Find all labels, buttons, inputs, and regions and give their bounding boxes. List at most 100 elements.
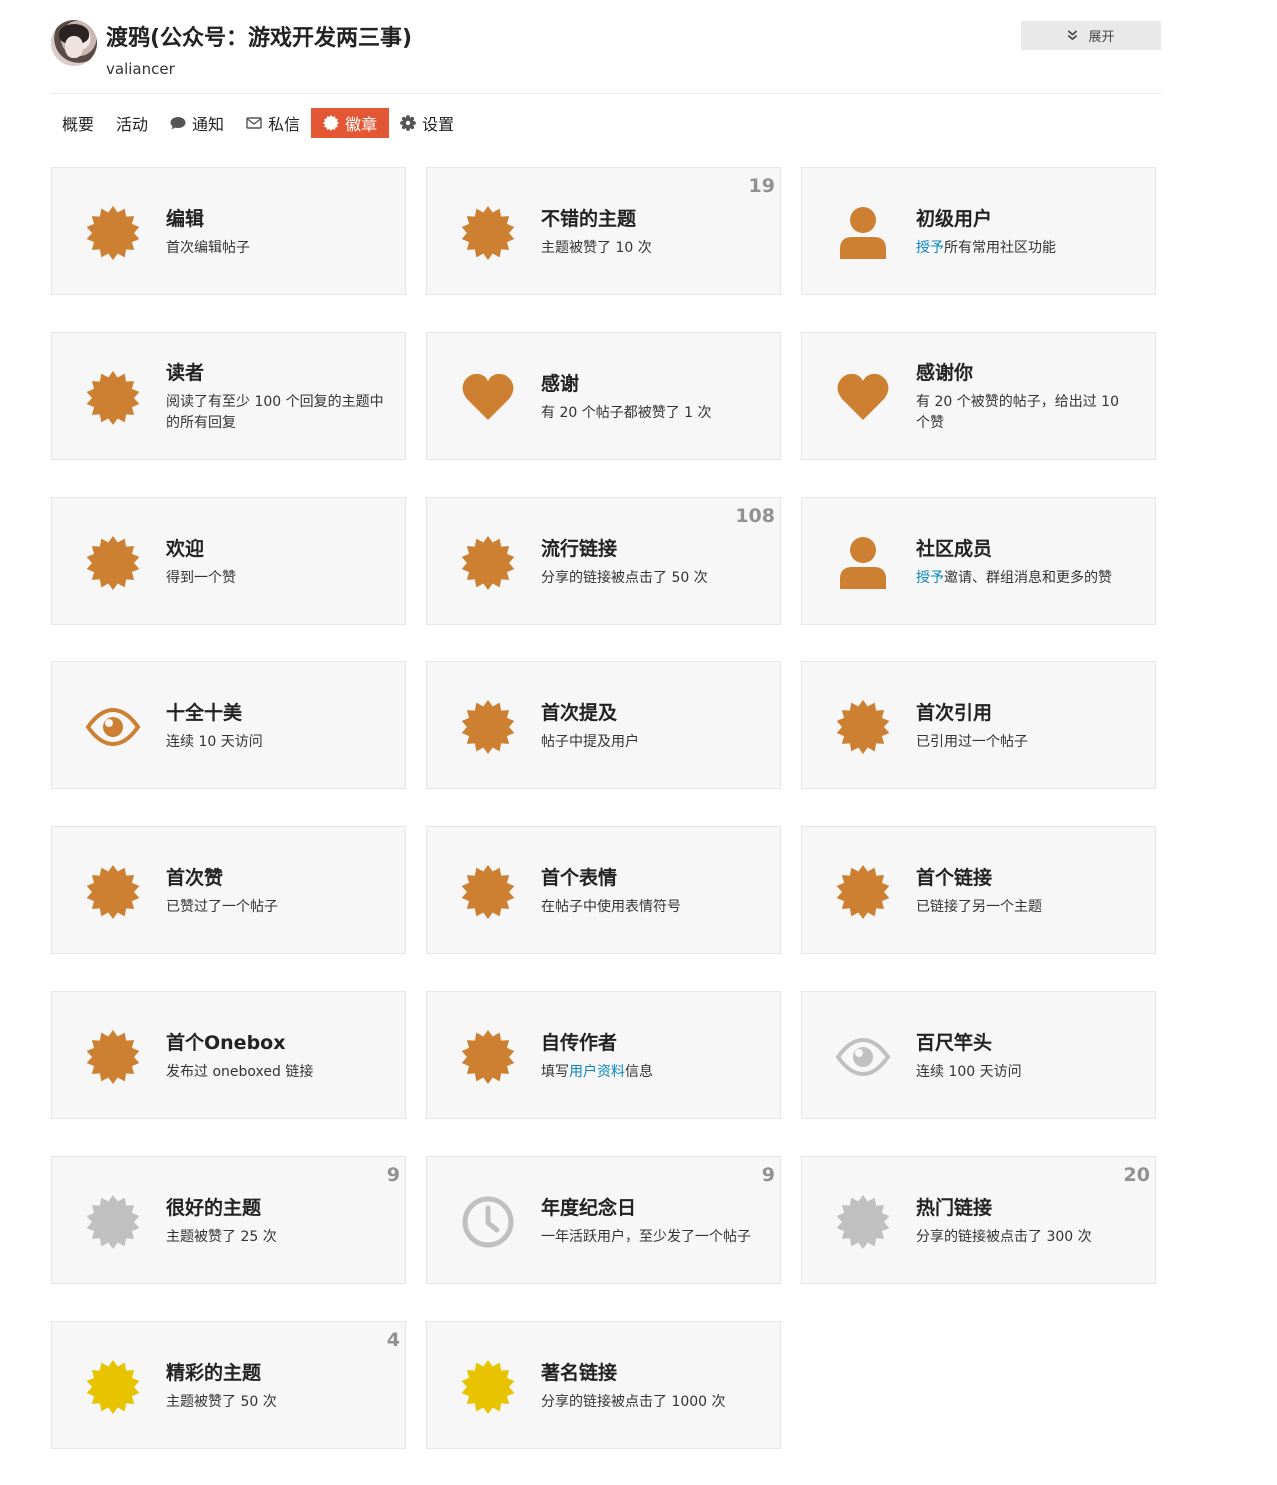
badge-title[interactable]: 编辑	[166, 204, 386, 231]
badge-description: 分享的链接被点击了 50 次	[541, 568, 761, 589]
badge-card[interactable]: 不错的主题 主题被赞了 10 次 19	[426, 167, 781, 295]
badge-count: 9	[761, 1164, 775, 1186]
badge-description-text: 首次编辑帖子	[166, 239, 250, 256]
tab-4[interactable]: 私信	[235, 108, 311, 138]
badge-card[interactable]: 首个表情在帖子中使用表情符号	[426, 826, 781, 954]
badge-card[interactable]: 百尺竿头连续 100 天访问	[801, 991, 1156, 1119]
badge-title[interactable]: 社区成员	[916, 534, 1136, 561]
badge-icon	[85, 1194, 141, 1250]
badge-count: 19	[748, 175, 775, 197]
badge-description-text: 得到一个赞	[166, 569, 236, 586]
badge-title[interactable]: 首次提及	[541, 698, 761, 725]
badge-card[interactable]: 编辑 首次编辑帖子	[51, 167, 406, 295]
expand-button[interactable]: 展开	[1021, 21, 1161, 50]
tab-3[interactable]: 通知	[159, 108, 235, 138]
badge-description-text: 分享的链接被点击了 300 次	[916, 1228, 1092, 1245]
badge-description-text: 所有常用社区功能	[944, 239, 1056, 256]
badge-description-link[interactable]: 用户资料	[569, 1064, 625, 1080]
badge-icon	[460, 535, 516, 591]
badge-title[interactable]: 首次赞	[166, 863, 386, 890]
badge-card[interactable]: 社区成员授予邀请、群组消息和更多的赞	[801, 497, 1156, 625]
badge-description: 分享的链接被点击了 300 次	[916, 1227, 1136, 1248]
badge-card[interactable]: 首次引用已引用过一个帖子	[801, 661, 1156, 789]
badge-icon	[85, 535, 141, 591]
badge-title[interactable]: 年度纪念日	[541, 1193, 761, 1220]
user-name: 渡鸦(公众号：游戏开发两三事)	[106, 26, 413, 51]
badge-title[interactable]: 欢迎	[166, 534, 386, 561]
badge-card[interactable]: 自传作者 填写用户资料信息	[426, 991, 781, 1119]
badge-icon	[835, 1194, 891, 1250]
badge-title[interactable]: 热门链接	[916, 1193, 1136, 1220]
badge-card[interactable]: 首个Onebox 发布过 oneboxed 链接	[51, 991, 406, 1119]
double-chevron-down-icon	[1068, 30, 1078, 40]
badge-description: 已链接了另一个主题	[916, 897, 1136, 918]
badge-icon	[835, 864, 891, 920]
badge-card[interactable]: 感谢你有 20 个被赞的帖子，给出过 10 个赞	[801, 332, 1156, 460]
badge-description: 授予所有常用社区功能	[916, 238, 1136, 259]
badge-card[interactable]: 精彩的主题 主题被赞了 50 次 4	[51, 1321, 406, 1449]
badge-description-text: 已引用过一个帖子	[916, 733, 1028, 750]
tab-5[interactable]: 徽章	[311, 108, 390, 138]
badge-title[interactable]: 很好的主题	[166, 1193, 386, 1220]
badge-title[interactable]: 首个Onebox	[166, 1028, 386, 1055]
badge-icon	[85, 1359, 141, 1415]
badge-card[interactable]: 很好的主题 主题被赞了 25 次 9	[51, 1156, 406, 1284]
user-icon	[835, 535, 891, 591]
badge-icon	[460, 205, 516, 261]
badge-description-text: 填写	[541, 1063, 569, 1080]
badge-card[interactable]: 感谢有 20 个帖子都被赞了 1 次	[426, 332, 781, 460]
badge-title[interactable]: 感谢	[541, 369, 761, 396]
badge-title[interactable]: 读者	[166, 358, 386, 385]
badge-title[interactable]: 首个表情	[541, 863, 761, 890]
badge-description: 主题被赞了 25 次	[166, 1227, 386, 1248]
badge-title[interactable]: 首次引用	[916, 698, 1136, 725]
badge-description-text: 发布过 oneboxed 链接	[166, 1063, 314, 1080]
badge-icon	[85, 370, 141, 426]
badge-card[interactable]: 流行链接 分享的链接被点击了 50 次 108	[426, 497, 781, 625]
badge-description-text: 主题被赞了 25 次	[166, 1228, 277, 1245]
badge-title[interactable]: 精彩的主题	[166, 1358, 386, 1385]
badge-description-text: 连续 10 天访问	[166, 733, 263, 750]
badge-card[interactable]: 初级用户授予所有常用社区功能	[801, 167, 1156, 295]
gear-icon	[400, 115, 416, 131]
tab-2[interactable]: 活动	[105, 108, 159, 138]
badge-description: 连续 100 天访问	[916, 1062, 1136, 1083]
badge-card[interactable]: 首次提及 帖子中提及用户	[426, 661, 781, 789]
expand-label: 展开	[1088, 30, 1115, 45]
tab-1[interactable]: 概要	[51, 108, 105, 138]
badge-title[interactable]: 自传作者	[541, 1028, 761, 1055]
badge-card[interactable]: 首个链接已链接了另一个主题	[801, 826, 1156, 954]
badge-title[interactable]: 十全十美	[166, 698, 386, 725]
user-nav-tabs: 概要 活动 通知 私信 徽章 设置	[51, 108, 465, 138]
badge-card[interactable]: 热门链接 分享的链接被点击了 300 次 20	[801, 1156, 1156, 1284]
heart-icon	[835, 370, 891, 426]
avatar[interactable]	[51, 20, 97, 66]
badge-description: 已引用过一个帖子	[916, 732, 1136, 753]
badge-title[interactable]: 不错的主题	[541, 204, 761, 231]
badge-description-text: 邀请、群组消息和更多的赞	[944, 569, 1112, 586]
badge-description-text: 已链接了另一个主题	[916, 898, 1042, 915]
badge-description-link[interactable]: 授予	[916, 570, 944, 586]
badge-description-text: 连续 100 天访问	[916, 1063, 1022, 1080]
envelope-icon	[246, 115, 262, 131]
badge-card[interactable]: 首次赞 已赞过了一个帖子	[51, 826, 406, 954]
badge-title[interactable]: 感谢你	[916, 358, 1136, 385]
badge-title[interactable]: 流行链接	[541, 534, 761, 561]
badge-icon	[460, 1359, 516, 1415]
badge-card[interactable]: 十全十美连续 10 天访问	[51, 661, 406, 789]
badge-description-text: 有 20 个被赞的帖子，给出过 10 个赞	[916, 394, 1119, 431]
tab-6[interactable]: 设置	[389, 108, 465, 138]
eye-icon	[835, 1029, 891, 1085]
badge-icon	[85, 205, 141, 261]
badge-card[interactable]: 读者 阅读了有至少 100 个回复的主题中的所有回复	[51, 332, 406, 460]
badge-title[interactable]: 初级用户	[916, 204, 1136, 231]
badge-description-link[interactable]: 授予	[916, 240, 944, 256]
badge-title[interactable]: 首个链接	[916, 863, 1136, 890]
badge-card[interactable]: 欢迎 得到一个赞	[51, 497, 406, 625]
badge-title[interactable]: 著名链接	[541, 1358, 761, 1385]
tab-label: 设置	[422, 115, 455, 134]
badge-title[interactable]: 百尺竿头	[916, 1028, 1136, 1055]
badge-card[interactable]: 年度纪念日 一年活跃用户，至少发了一个帖子 9	[426, 1156, 781, 1284]
badge-card[interactable]: 著名链接 分享的链接被点击了 1000 次	[426, 1321, 781, 1449]
badge-description: 在帖子中使用表情符号	[541, 897, 761, 918]
